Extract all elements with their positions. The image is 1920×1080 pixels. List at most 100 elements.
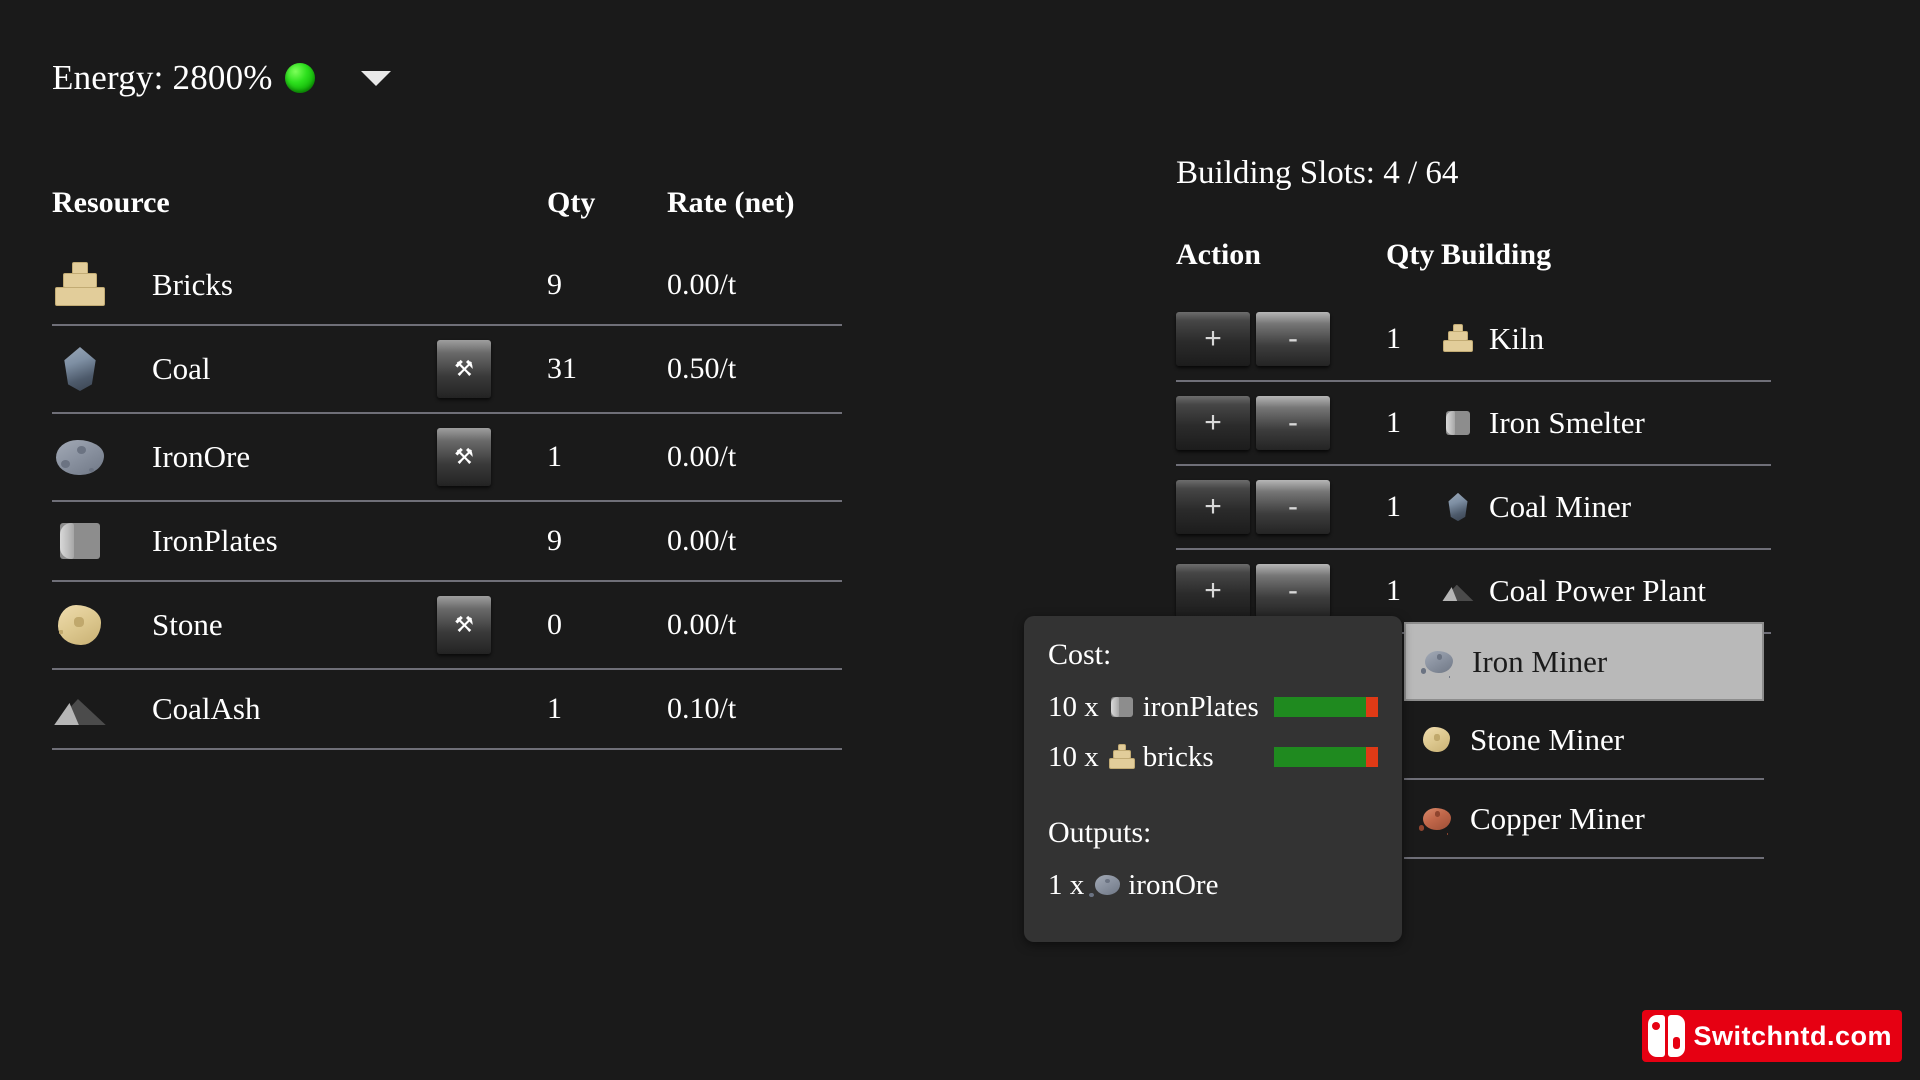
chevron-down-icon[interactable] (360, 70, 391, 86)
mine-button[interactable]: ⚒ (437, 596, 491, 654)
iron-plate-icon (1107, 693, 1137, 721)
table-row: + - 1 Kiln (1176, 298, 1771, 381)
coal-ash-icon (1441, 575, 1475, 607)
decrement-button[interactable]: - (1256, 564, 1330, 618)
resource-name: Coal (152, 351, 211, 386)
tooltip-cost-row: 10 x ironPlates (1048, 688, 1378, 726)
building-cell: Coal Miner (1441, 465, 1771, 549)
mine-button[interactable]: ⚒ (437, 428, 491, 486)
resource-qty: 9 (547, 524, 562, 557)
resource-qty: 31 (547, 352, 577, 385)
nintendo-switch-logo (1648, 1015, 1686, 1057)
action-cell: + - (1176, 465, 1386, 549)
build-option-stone-miner[interactable]: Stone Miner (1404, 701, 1764, 780)
building-cell: Coal Power Plant (1441, 549, 1771, 633)
resource-rate: 0.00/t (667, 524, 737, 557)
resource-table-header: Resource Qty Rate (net) (52, 186, 842, 246)
mine-cell: ⚒ (437, 325, 547, 413)
pickaxe-icon: ⚒ (454, 444, 474, 469)
building-qty: 1 (1386, 490, 1401, 523)
cost-progress-bar (1274, 747, 1378, 767)
resource-rate: 0.10/t (667, 692, 737, 725)
bricks-icon (52, 260, 108, 310)
table-row: + -1 Iron Smelter (1176, 381, 1771, 465)
increment-button[interactable]: + (1176, 564, 1250, 618)
resource-rate: 0.00/t (667, 608, 737, 641)
resource-table: Resource Qty Rate (net) Bricks 9 0.00/t Coa… (52, 186, 842, 750)
cost-name: ironPlates (1142, 690, 1259, 723)
column-header-qty: Qty (547, 186, 596, 219)
decrement-button[interactable]: - (1256, 312, 1330, 366)
table-row: Coal ⚒ 31 0.50/t (52, 325, 842, 413)
building-table-header: Action Qty Building (1176, 238, 1771, 298)
resource-qty: 0 (547, 608, 562, 641)
table-row: IronOre ⚒ 1 0.00/t (52, 413, 842, 501)
resource-qty: 1 (547, 440, 562, 473)
coal-icon (52, 344, 108, 394)
iron-ore-icon (52, 432, 108, 482)
energy-header: Energy: 2800% (52, 56, 391, 100)
output-name: ironOre (1128, 868, 1219, 901)
column-header-building: Building (1441, 238, 1552, 271)
building-cell: Iron Smelter (1441, 381, 1771, 465)
game-screen: Energy: 2800% Resource Qty Rate (net) Br… (0, 0, 1920, 1080)
decrement-button[interactable]: - (1256, 396, 1330, 450)
increment-button[interactable]: + (1176, 396, 1250, 450)
table-row: Stone ⚒ 0 0.00/t (52, 581, 842, 669)
cost-name: bricks (1142, 740, 1214, 773)
building-qty: 1 (1386, 322, 1401, 355)
resource-rate: 0.50/t (667, 352, 737, 385)
tooltip-cost-heading: Cost: (1048, 638, 1112, 671)
mine-button[interactable]: ⚒ (437, 340, 491, 398)
resource-name: Bricks (152, 267, 233, 302)
pickaxe-icon: ⚒ (454, 612, 474, 637)
column-header-resource: Resource (52, 186, 170, 219)
column-header-rate: Rate (net) (667, 186, 795, 219)
cost-progress-bar (1274, 697, 1378, 717)
copper-icon (1420, 803, 1454, 835)
energy-status-indicator (284, 63, 315, 93)
table-row: + -1 Coal Miner (1176, 465, 1771, 549)
cost-qty: 10 x (1048, 690, 1099, 723)
resource-cell: IronOre (52, 413, 437, 501)
iron-plate-icon (1441, 407, 1475, 439)
building-name: Coal Miner (1489, 489, 1632, 524)
resource-panel: Resource Qty Rate (net) Bricks 9 0.00/t Coa… (52, 186, 852, 750)
table-row: CoalAsh 1 0.10/t (52, 669, 842, 749)
table-row: IronPlates 9 0.00/t (52, 501, 842, 581)
build-option-copper-miner[interactable]: Copper Miner (1404, 780, 1764, 859)
building-name: Iron Smelter (1489, 405, 1645, 440)
column-header-mine (437, 186, 547, 246)
column-header-bqty: Qty (1386, 238, 1435, 271)
increment-button[interactable]: + (1176, 312, 1250, 366)
coal-ash-icon (52, 684, 108, 734)
building-panel: Building Slots: 4 / 64 Action Qty Buildi… (1176, 155, 1816, 634)
build-option-iron-miner[interactable]: Iron Miner (1404, 622, 1764, 701)
cost-qty: 10 x (1048, 740, 1099, 773)
energy-label: Energy: 2800% (52, 58, 273, 97)
resource-qty: 9 (547, 268, 562, 301)
tooltip-outputs-heading: Outputs: (1048, 816, 1152, 849)
building-name: Kiln (1489, 321, 1545, 356)
table-row: Bricks 9 0.00/t (52, 246, 842, 325)
build-option-label: Stone Miner (1470, 721, 1625, 757)
building-cell: Kiln (1441, 298, 1771, 381)
mine-cell (437, 501, 547, 581)
resource-cell: IronPlates (52, 501, 437, 581)
action-cell: + - (1176, 381, 1386, 465)
iron-ore-icon (1092, 871, 1122, 899)
resource-name: CoalAsh (152, 691, 261, 726)
tooltip-spacer (1048, 788, 1378, 816)
decrement-button[interactable]: - (1256, 480, 1330, 534)
resource-name: IronPlates (152, 523, 278, 558)
column-header-action: Action (1176, 238, 1261, 271)
resource-rate: 0.00/t (667, 268, 737, 301)
iron-plate-icon (52, 516, 108, 566)
resource-cell: CoalAsh (52, 669, 437, 749)
resource-cell: Bricks (52, 246, 437, 325)
building-slots-label: Building Slots: 4 / 64 (1176, 155, 1459, 191)
increment-button[interactable]: + (1176, 480, 1250, 534)
tooltip-cost-row: 10 x bricks (1048, 738, 1378, 776)
bricks-icon (1441, 323, 1475, 355)
stone-icon (1420, 724, 1454, 756)
